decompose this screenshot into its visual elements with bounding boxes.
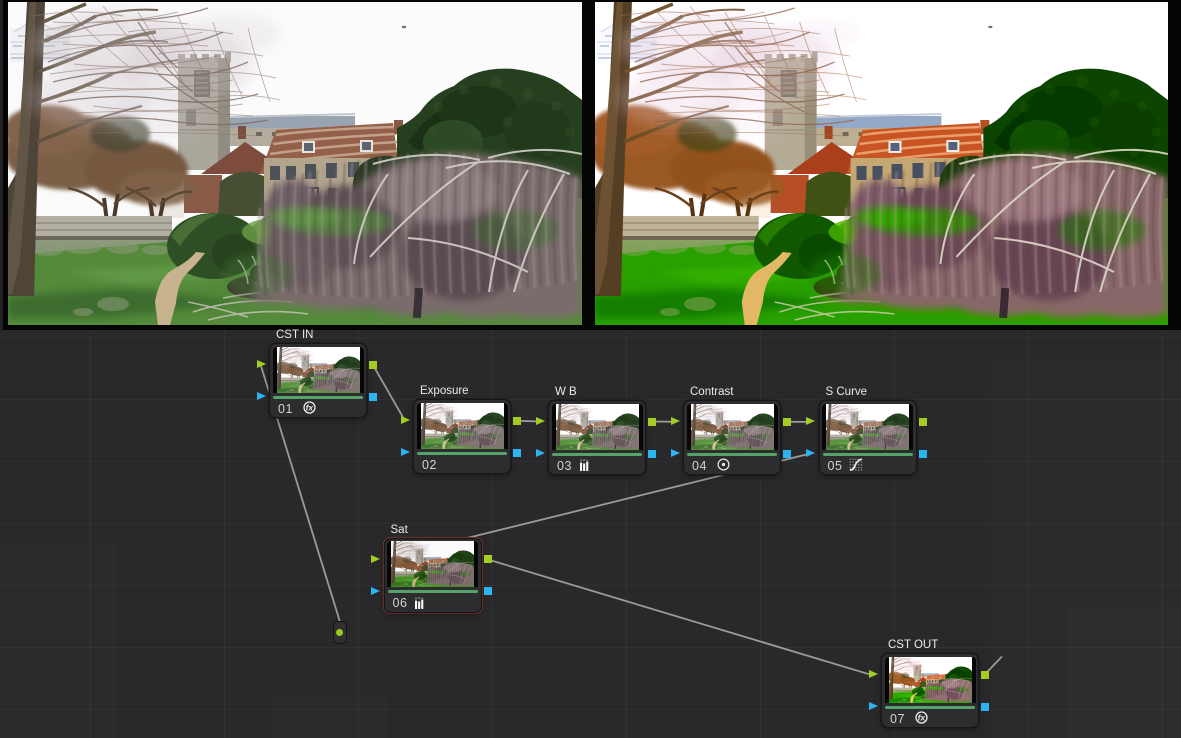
svg-text:fx: fx [306, 403, 315, 413]
svg-text:fx: fx [918, 713, 927, 723]
